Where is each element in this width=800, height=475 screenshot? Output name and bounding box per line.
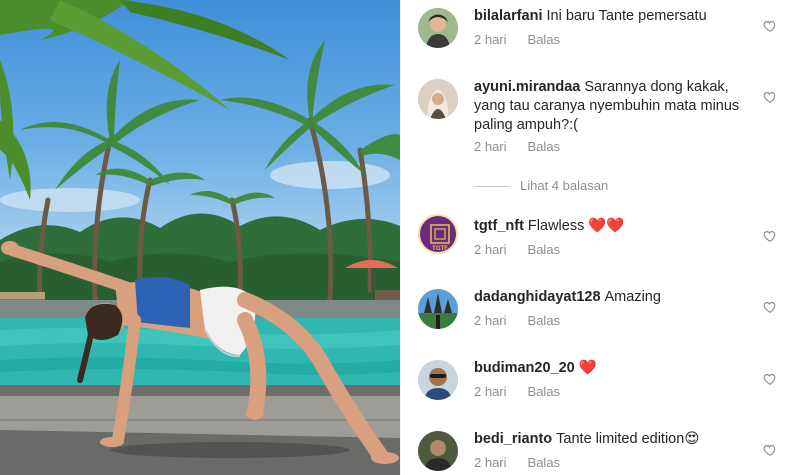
comment-time: 2 hari	[474, 313, 507, 328]
reply-button[interactable]: Balas	[528, 139, 561, 154]
reply-button[interactable]: Balas	[528, 455, 561, 470]
like-heart-icon[interactable]	[763, 19, 777, 33]
heart-emoji: ❤️❤️	[588, 218, 625, 234]
avatar-bilalarfani-icon	[418, 8, 458, 48]
avatar-tgtf-icon: TGTF	[420, 216, 456, 252]
comment-text: Ini baru Tante pemersatu	[546, 8, 707, 24]
comment-time: 2 hari	[474, 455, 507, 470]
comment-text: Flawless	[527, 218, 585, 234]
avatar-budiman-icon	[418, 360, 458, 400]
yoga-pool-illustration	[0, 0, 400, 475]
reply-button[interactable]: Balas	[528, 384, 561, 399]
tgtf-badge-text: TGTF	[432, 246, 448, 252]
avatar-bedi-icon	[418, 431, 458, 471]
heart-eyes-emoji: 😍	[684, 431, 700, 447]
avatar[interactable]	[418, 431, 458, 471]
reply-button[interactable]: Balas	[528, 32, 561, 47]
avatar[interactable]	[418, 360, 458, 400]
avatar[interactable]	[418, 79, 458, 119]
heart-emoji: ❤️	[578, 360, 597, 376]
comment-time: 2 hari	[474, 384, 507, 399]
comment-text: Tante limited edition	[556, 431, 685, 447]
view-replies-divider	[474, 186, 510, 188]
avatar[interactable]	[418, 289, 458, 329]
comment-username[interactable]: tgtf_nft	[474, 218, 524, 234]
comment-time: 2 hari	[474, 32, 507, 47]
view-replies-label: Lihat 4 balasan	[520, 178, 609, 193]
comments-panel: bilalarfani Ini baru Tante pemersatu 2 ha…	[400, 0, 800, 475]
reply-button[interactable]: Balas	[528, 313, 561, 328]
avatar-ayuni-icon	[418, 79, 458, 119]
comment-text: Amazing	[604, 289, 661, 305]
like-heart-icon[interactable]	[763, 90, 777, 104]
like-heart-icon[interactable]	[763, 229, 777, 243]
view-replies-link[interactable]: Lihat 4 balasan	[474, 178, 674, 194]
avatar[interactable]	[418, 8, 458, 48]
like-heart-icon[interactable]	[763, 300, 777, 314]
comment-username[interactable]: bilalarfani	[474, 8, 543, 24]
comment-time: 2 hari	[474, 242, 507, 257]
avatar-dadang-icon	[418, 289, 458, 329]
comment-username[interactable]: ayuni.mirandaa	[474, 79, 580, 95]
reply-button[interactable]: Balas	[528, 242, 561, 257]
comment-username[interactable]: budiman20_20	[474, 360, 575, 376]
like-heart-icon[interactable]	[763, 443, 777, 457]
comment-username[interactable]: bedi_rianto	[474, 431, 552, 447]
comment-time: 2 hari	[474, 139, 507, 154]
comment-username[interactable]: dadanghidayat128	[474, 289, 601, 305]
like-heart-icon[interactable]	[763, 372, 777, 386]
post-photo	[0, 0, 400, 475]
avatar[interactable]: TGTF	[418, 214, 458, 254]
